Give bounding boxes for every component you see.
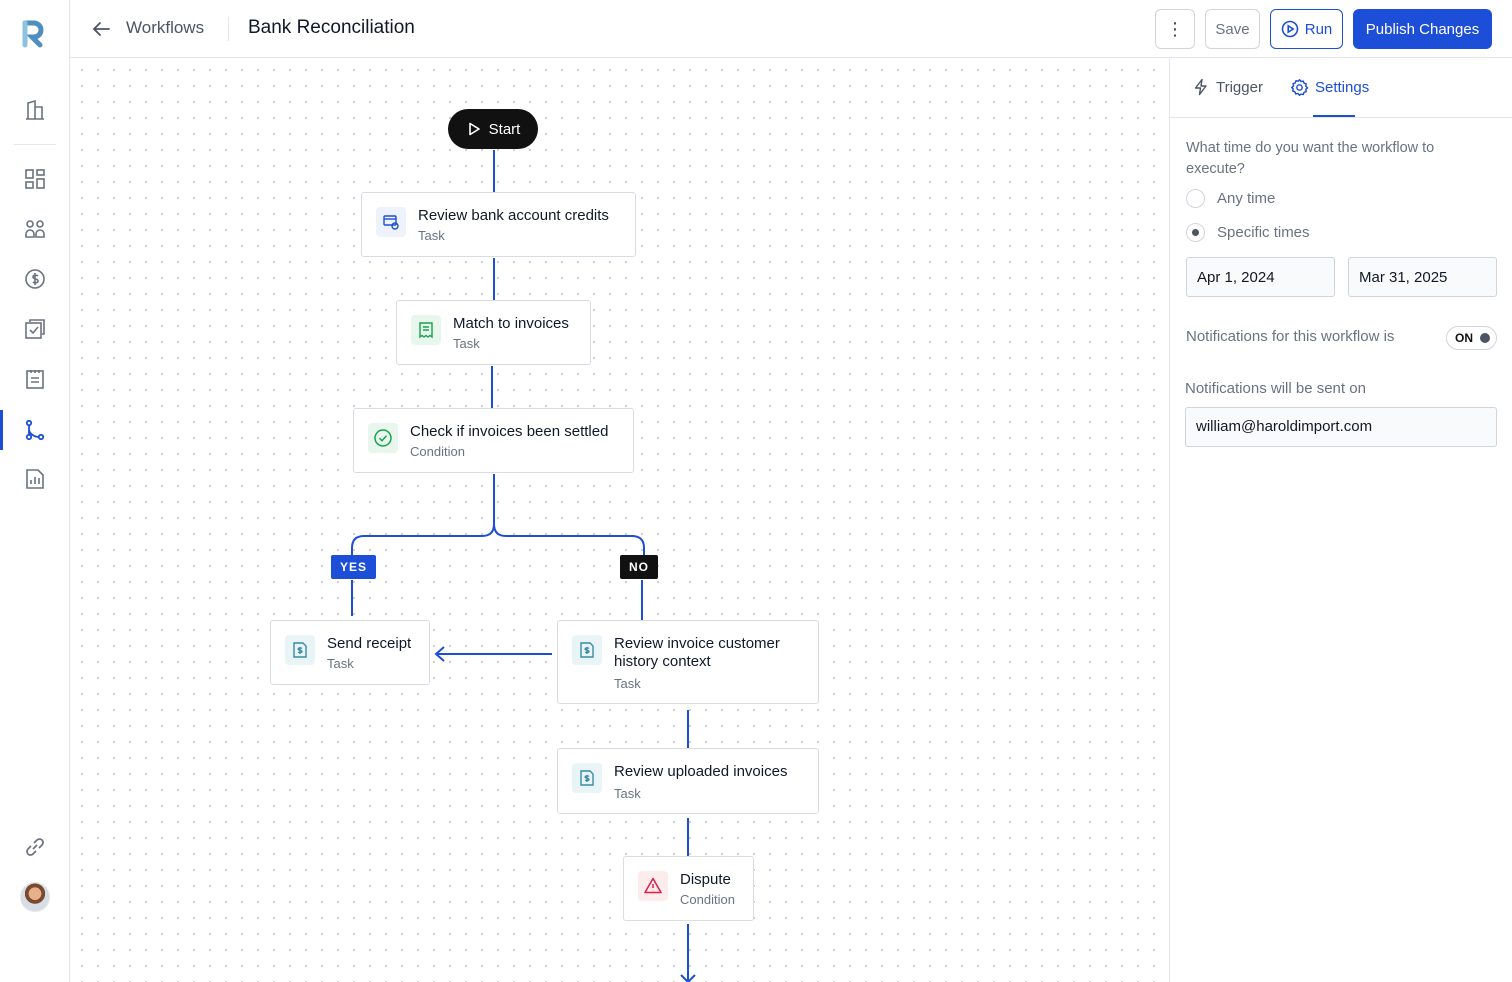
start-node[interactable]: Start	[448, 109, 538, 149]
run-label: Run	[1304, 20, 1333, 38]
node-title: Review invoice customer history context	[614, 635, 780, 670]
toggle-knob	[1480, 333, 1490, 343]
workflow-canvas[interactable]: Start Review bank account credits Task M…	[70, 58, 1169, 982]
settings-panel: Trigger Settings What time do you want t…	[1169, 58, 1512, 982]
dashboard-icon[interactable]	[22, 166, 48, 192]
radio-button[interactable]	[1186, 189, 1205, 208]
tab-settings-label: Settings	[1315, 79, 1370, 96]
workflow-node[interactable]: Review invoice customer history context …	[557, 620, 819, 704]
publish-changes-button[interactable]: Publish Changes	[1353, 9, 1492, 49]
left-nav-rail	[0, 0, 70, 982]
save-button[interactable]: Save	[1205, 9, 1260, 49]
workflow-node[interactable]: Send receipt Task	[270, 620, 430, 685]
node-title: Review bank account credits	[418, 207, 609, 224]
gear-icon	[1290, 78, 1309, 97]
notifications-toggle[interactable]: ON	[1446, 326, 1497, 350]
node-type: Task	[614, 676, 641, 691]
no-branch-label: NO	[620, 555, 658, 579]
schedule-question: What time do you want the workflow to ex…	[1186, 140, 1435, 177]
workflow-node[interactable]: Check if invoices been settled Condition	[353, 408, 634, 473]
node-type: Task	[453, 336, 480, 351]
publish-label: Publish Changes	[1365, 20, 1480, 38]
avatar[interactable]	[20, 882, 50, 912]
top-header: Workflows Bank Reconciliation ⋮ Save Run…	[70, 0, 1512, 58]
workflow-node[interactable]: Review bank account credits Task	[361, 192, 636, 257]
more-options-label: ⋮	[1166, 18, 1184, 39]
workflow-node[interactable]: Match to invoices Task	[396, 300, 591, 365]
node-type: Task	[418, 228, 445, 243]
node-title: Match to invoices	[453, 315, 569, 332]
workflow-node[interactable]: Review uploaded invoices Task	[557, 748, 819, 814]
invoice-icon	[572, 763, 602, 793]
bolt-icon	[1194, 78, 1207, 96]
node-type: Condition	[680, 892, 735, 907]
radio-specific-times-label: Specific times	[1217, 224, 1310, 241]
radio-any-time[interactable]: Any time	[1186, 189, 1275, 208]
workflow-icon[interactable]	[22, 417, 48, 443]
tab-settings[interactable]: Settings	[1290, 78, 1369, 97]
invoice-icon	[572, 635, 602, 665]
node-type: Condition	[410, 444, 465, 459]
tab-trigger-label: Trigger	[1216, 78, 1263, 96]
save-label: Save	[1215, 20, 1250, 38]
node-title: Review uploaded invoices	[614, 763, 788, 780]
play-icon	[468, 122, 480, 136]
active-nav-indicator	[0, 410, 3, 450]
receipt-icon	[411, 315, 441, 345]
run-button[interactable]: Run	[1270, 9, 1343, 49]
logo-icon[interactable]	[22, 20, 48, 48]
workflow-node[interactable]: Dispute Condition	[623, 856, 754, 921]
nav-divider	[14, 144, 56, 145]
more-options-button[interactable]: ⋮	[1155, 9, 1195, 49]
node-title: Send receipt	[327, 635, 412, 652]
start-label: Start	[488, 120, 521, 138]
start-date-field[interactable]: Apr 1, 2024	[1186, 257, 1335, 297]
link-icon[interactable]	[22, 834, 48, 860]
panel-tabs: Trigger Settings	[1170, 58, 1512, 118]
warning-icon	[638, 871, 668, 901]
end-date-field[interactable]: Mar 31, 2025	[1348, 257, 1497, 297]
invoice-icon	[285, 635, 315, 665]
toggle-state-label: ON	[1455, 331, 1473, 345]
radio-any-time-label: Any time	[1217, 190, 1276, 207]
breadcrumb-workflows[interactable]: Workflows	[126, 18, 204, 38]
clipboard-icon[interactable]	[22, 366, 48, 392]
node-type: Task	[614, 786, 641, 801]
page-title: Bank Reconciliation	[248, 17, 415, 38]
node-title: Check if invoices been settled	[410, 423, 609, 440]
checklist-icon[interactable]	[22, 316, 48, 342]
radio-button-selected[interactable]	[1186, 223, 1205, 242]
bank-card-icon	[376, 207, 406, 237]
node-title: Dispute	[680, 871, 731, 888]
team-icon[interactable]	[22, 216, 48, 242]
breadcrumb-divider	[228, 17, 229, 41]
check-circle-icon	[368, 423, 398, 453]
yes-branch-label: YES	[331, 555, 377, 579]
active-tab-indicator	[1313, 115, 1355, 117]
report-icon[interactable]	[22, 466, 48, 492]
building-icon[interactable]	[22, 97, 48, 123]
notifications-sent-on-label: Notifications will be sent on	[1185, 380, 1366, 397]
notifications-label: Notifications for this workflow is	[1186, 328, 1395, 345]
play-circle-icon	[1281, 20, 1299, 38]
node-type: Task	[327, 656, 354, 671]
radio-specific-times[interactable]: Specific times	[1186, 223, 1310, 242]
tab-trigger[interactable]: Trigger	[1192, 78, 1263, 96]
back-arrow-icon[interactable]	[90, 18, 112, 40]
dollar-icon[interactable]	[22, 266, 48, 292]
notification-email-field[interactable]: william@haroldimport.com	[1185, 407, 1497, 447]
